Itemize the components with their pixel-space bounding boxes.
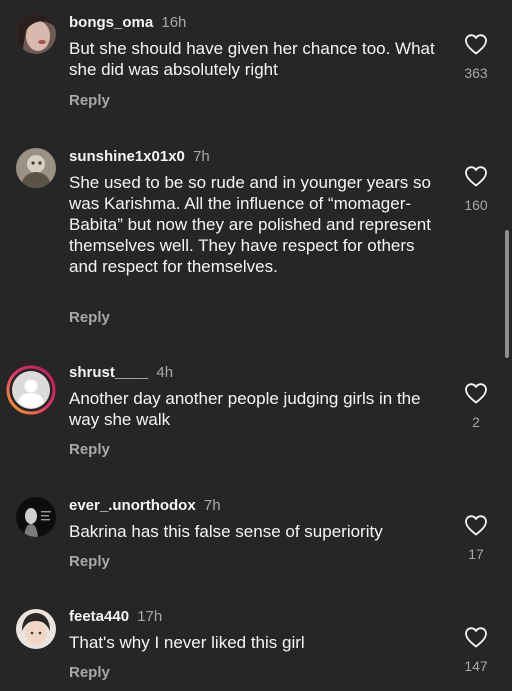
username[interactable]: ever_.unorthodox <box>69 497 196 514</box>
avatar[interactable] <box>16 148 56 188</box>
reply-button[interactable]: Reply <box>69 441 110 459</box>
comment-text: That's why I never liked this girl <box>69 633 305 652</box>
reply-button[interactable]: Reply <box>69 309 110 327</box>
heart-icon[interactable] <box>464 514 488 536</box>
reply-button[interactable]: Reply <box>69 664 110 682</box>
username[interactable]: sunshine1x01x0 <box>69 148 185 165</box>
timestamp: 16h <box>161 14 187 31</box>
timestamp: 17h <box>137 608 163 625</box>
user-photo-icon <box>16 609 56 649</box>
comment-text: But she should have given her chance too… <box>69 39 435 79</box>
timestamp: 4h <box>156 364 174 381</box>
reply-button[interactable]: Reply <box>69 92 110 110</box>
timestamp: 7h <box>203 497 221 514</box>
user-photo-icon <box>16 14 56 54</box>
scrollbar[interactable] <box>505 230 509 358</box>
like-count: 363 <box>464 65 488 81</box>
like-control: 17 <box>456 514 496 562</box>
comment-header: bongs_oma 16h <box>69 14 186 32</box>
user-photo-icon <box>16 148 56 188</box>
like-control: 363 <box>456 33 496 81</box>
comment-text: Bakrina has this false sense of superior… <box>69 522 383 541</box>
username[interactable]: bongs_oma <box>69 14 153 31</box>
username[interactable]: feeta440 <box>69 608 129 625</box>
comment-text: Another day another people judging girls… <box>69 389 421 429</box>
like-count: 160 <box>464 197 488 213</box>
username[interactable]: shrust____ <box>69 364 148 381</box>
like-count: 2 <box>472 414 480 430</box>
reply-button[interactable]: Reply <box>69 553 110 571</box>
heart-icon[interactable] <box>464 33 488 55</box>
comment-header: shrust____ 4h <box>69 364 173 382</box>
heart-icon[interactable] <box>464 626 488 648</box>
avatar[interactable] <box>16 497 56 537</box>
comment-header: sunshine1x01x0 7h <box>69 148 210 166</box>
comment-header: feeta440 17h <box>69 608 162 626</box>
like-control: 147 <box>456 626 496 674</box>
like-count: 147 <box>464 658 488 674</box>
comment-text: She used to be so rude and in younger ye… <box>69 173 431 276</box>
timestamp: 7h <box>193 148 210 165</box>
avatar[interactable] <box>16 14 56 54</box>
comment-header: ever_.unorthodox 7h <box>69 497 221 515</box>
avatar[interactable] <box>16 609 56 649</box>
heart-icon[interactable] <box>464 165 488 187</box>
avatar[interactable] <box>6 365 56 415</box>
default-avatar-icon <box>6 365 56 415</box>
like-control: 160 <box>456 165 496 213</box>
user-photo-icon <box>16 497 56 537</box>
like-count: 17 <box>468 546 484 562</box>
heart-icon[interactable] <box>464 382 488 404</box>
like-control: 2 <box>456 382 496 430</box>
